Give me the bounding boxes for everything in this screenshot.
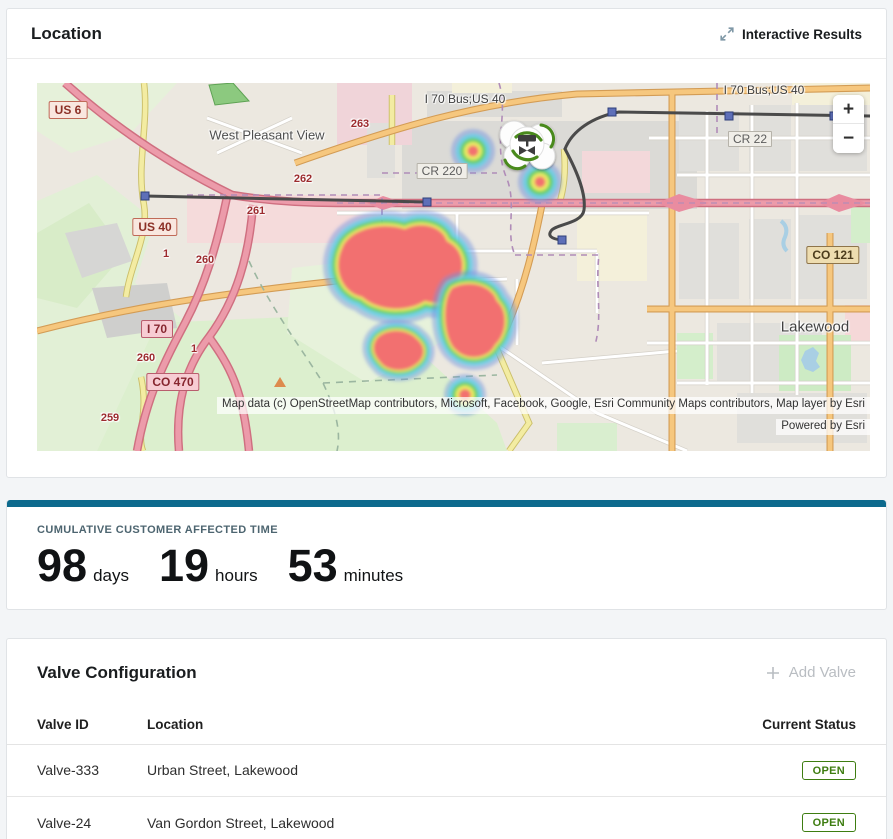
map-ref-261: 261	[246, 205, 266, 217]
map-shield-us6: US 6	[48, 101, 88, 119]
metric-days: 98 days	[37, 540, 129, 591]
metric-minutes-unit: minutes	[343, 566, 404, 585]
interactive-results-label: Interactive Results	[741, 26, 862, 42]
map-ref-260b: 260	[136, 352, 156, 364]
page: Location Interactive Results US 6 US 40 …	[0, 0, 893, 839]
column-header-valve-id: Valve ID	[37, 716, 89, 732]
peak-triangle-icon	[274, 377, 286, 387]
map[interactable]: US 6 US 40 I 70 CO 470 CO 121 I 70 Bus;U…	[37, 83, 870, 451]
table-row[interactable]: Valve-333 Urban Street, Lakewood OPEN	[7, 745, 886, 797]
valve-location-cell: Van Gordon Street, Lakewood	[147, 814, 335, 831]
valve-configuration-card: Valve Configuration Add Valve Valve ID L…	[6, 637, 887, 839]
valve-location-cell: Urban Street, Lakewood	[147, 762, 298, 778]
map-ref-259: 259	[100, 412, 120, 424]
column-header-location: Location	[147, 716, 204, 732]
map-shield-co470: CO 470	[146, 373, 200, 391]
valve-cluster-marker	[499, 120, 556, 171]
metric-label: CUMULATIVE CUSTOMER AFFECTED TIME	[37, 524, 278, 536]
map-shield-co121: CO 121	[806, 246, 860, 264]
map-road-i70bus-b: I 70 Bus;US 40	[723, 83, 805, 97]
metric-hours-value: 19	[158, 540, 210, 591]
expand-icon	[719, 26, 735, 42]
map-shield-i70: I 70	[140, 320, 174, 338]
map-shield-us40: US 40	[132, 218, 178, 236]
map-ref-1b: 1	[190, 343, 198, 355]
column-header-current-status: Current Status	[762, 716, 856, 732]
metric-minutes: 53 minutes	[287, 540, 404, 591]
metric-hours-unit: hours	[215, 566, 258, 585]
metric-values: 98 days 19 hours 53 minutes	[37, 540, 856, 591]
map-ref-263: 263	[350, 118, 370, 130]
metric-days-value: 98	[37, 540, 88, 591]
location-card: Location Interactive Results US 6 US 40 …	[6, 8, 887, 478]
map-ref-260a: 260	[195, 254, 215, 266]
map-ref-1a: 1	[162, 248, 170, 260]
valve-id-cell: Valve-24	[37, 814, 92, 831]
map-attribution-line2: Powered by Esri	[776, 418, 870, 435]
map-attribution-line1: Map data (c) OpenStreetMap contributors,…	[217, 397, 870, 414]
status-badge: OPEN	[801, 813, 856, 832]
location-title: Location	[31, 24, 102, 43]
zoom-in-button[interactable]: +	[833, 95, 864, 124]
add-valve-button[interactable]: Add Valve	[765, 664, 856, 681]
map-label-cr220: CR 220	[416, 163, 468, 179]
map-ref-262: 262	[293, 173, 313, 185]
cumulative-time-card: CUMULATIVE CUSTOMER AFFECTED TIME 98 day…	[6, 500, 887, 610]
table-row[interactable]: Valve-24 Van Gordon Street, Lakewood OPE…	[7, 797, 886, 839]
map-road-i70bus-a: I 70 Bus;US 40	[424, 92, 506, 106]
metric-minutes-value: 53	[287, 540, 338, 591]
status-badge: OPEN	[801, 760, 856, 780]
metric-days-unit: days	[93, 566, 129, 585]
metric-hours: 19 hours	[158, 540, 258, 591]
map-label-cr22: CR 22	[727, 131, 773, 147]
valve-table: Valve ID Location Current Status Valve-3…	[7, 705, 886, 839]
map-place-lakewood: Lakewood	[780, 318, 850, 336]
valve-table-header: Valve ID Location Current Status	[7, 705, 886, 745]
valve-configuration-title: Valve Configuration	[37, 662, 197, 682]
plus-icon	[765, 665, 781, 681]
valve-id-cell: Valve-333	[37, 762, 100, 778]
map-zoom-control: + −	[833, 95, 864, 153]
zoom-out-button[interactable]: −	[833, 124, 864, 153]
map-place-west-pleasant-view: West Pleasant View	[209, 127, 325, 143]
interactive-results-button[interactable]: Interactive Results	[719, 26, 862, 42]
map-attribution: Map data (c) OpenStreetMap contributors,…	[217, 395, 870, 435]
add-valve-label: Add Valve	[788, 664, 856, 681]
card-accent-bar	[7, 500, 886, 507]
location-card-header: Location Interactive Results	[7, 9, 886, 59]
